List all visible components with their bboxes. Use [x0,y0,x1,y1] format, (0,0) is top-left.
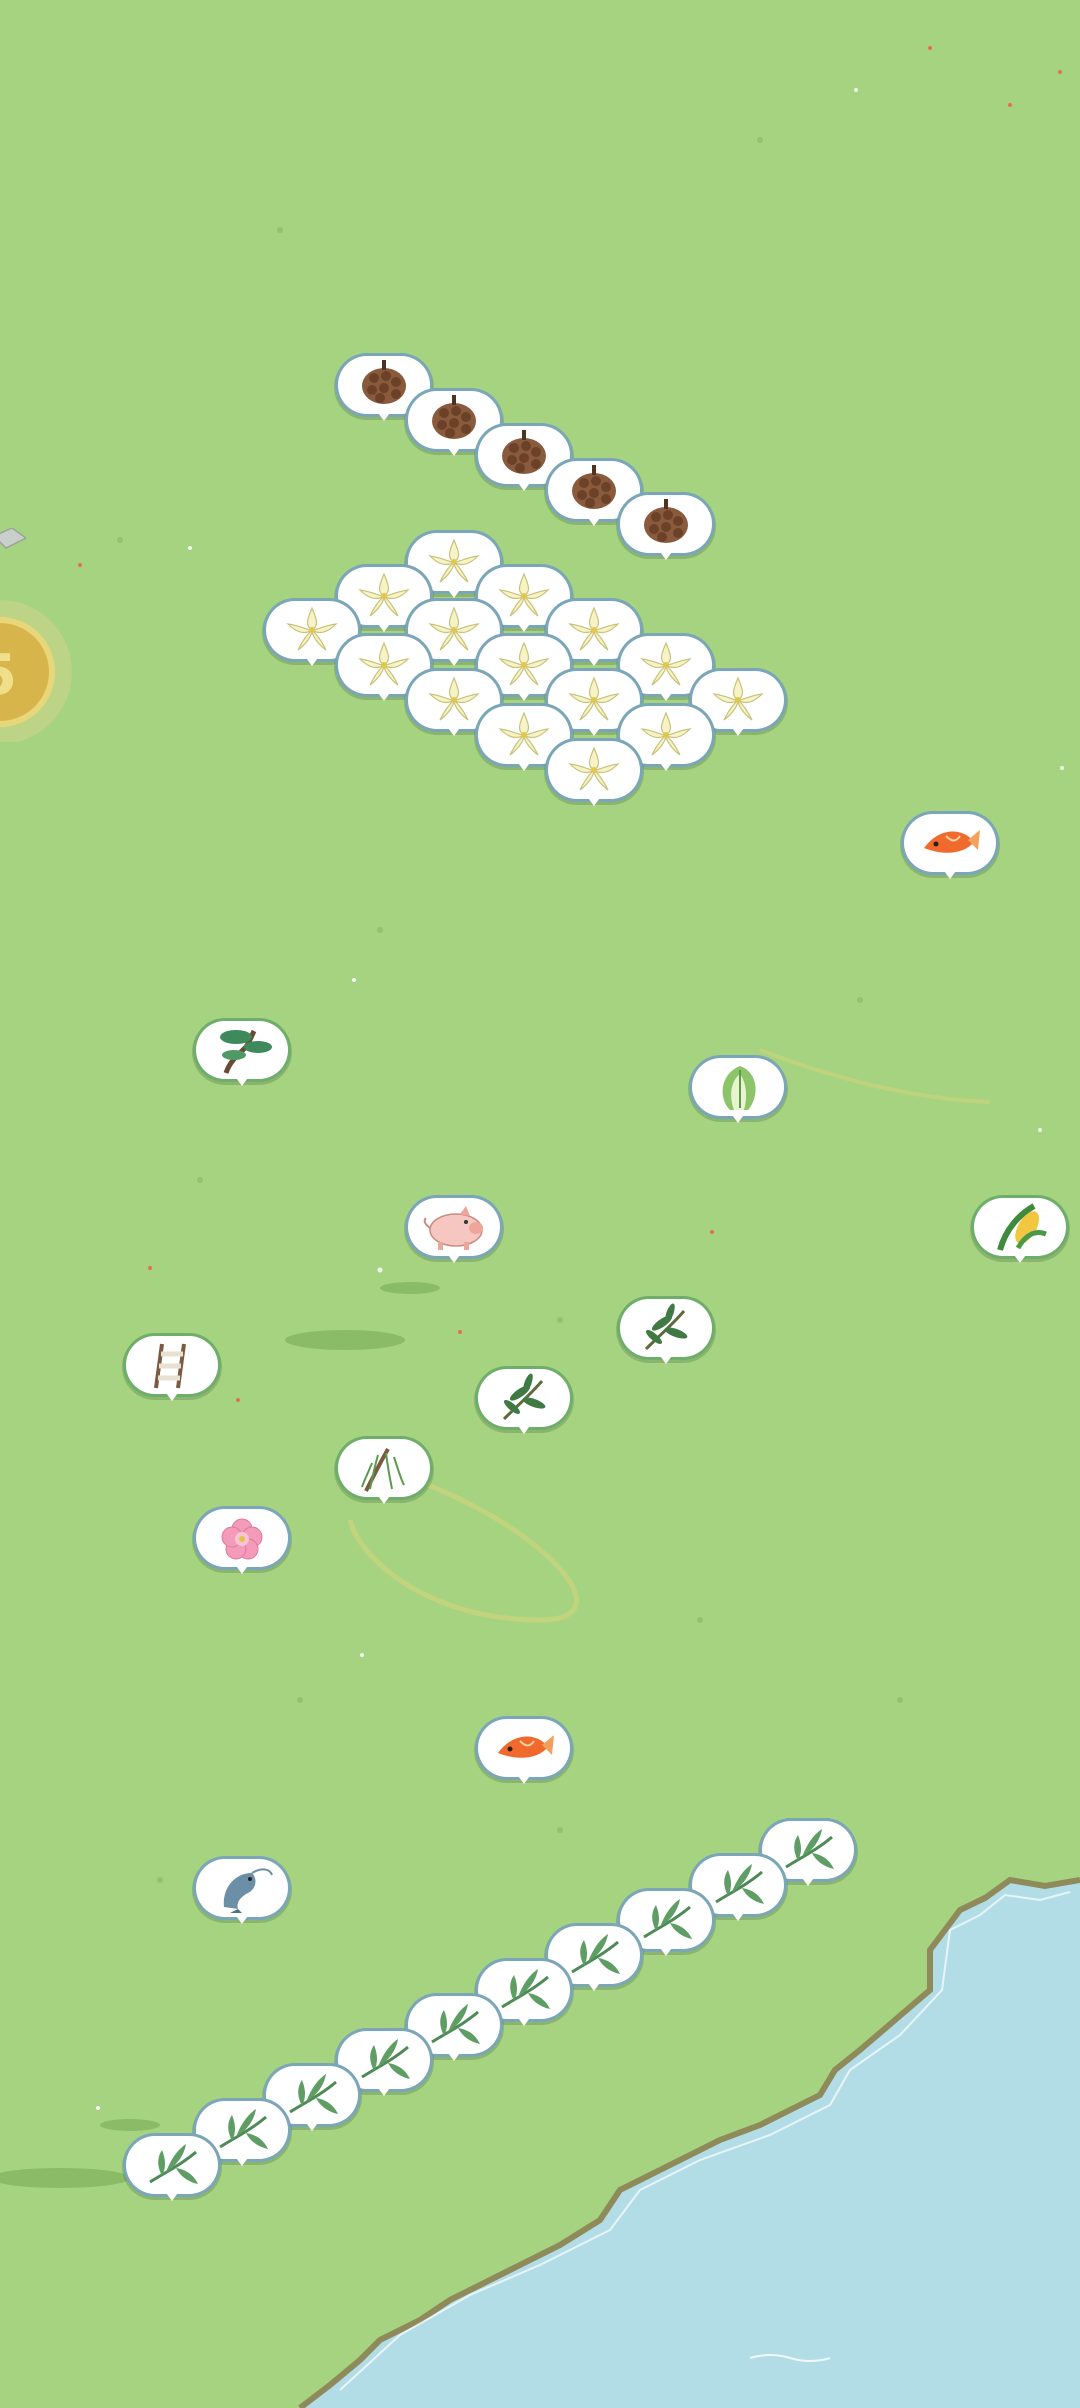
willow-resource-bubble[interactable] [338,1439,430,1507]
koi-resource-bubble[interactable] [478,1719,570,1787]
koi-fish-icon [904,814,996,872]
white-lily-icon [548,741,640,799]
pig-resource-bubble[interactable] [408,1198,500,1266]
koi-resource-bubble[interactable] [904,814,996,882]
corn-resource-bubble[interactable] [974,1198,1066,1266]
corn-icon [974,1198,1066,1256]
paved-tile-icon [0,528,26,549]
shrimp-resource-bubble[interactable] [196,1859,288,1927]
pine-tree-resource-bubble[interactable] [196,1021,288,1089]
bamboo-resource-bubble[interactable] [620,1299,712,1367]
game-map[interactable]: 5 [0,0,1080,2408]
koi-fish-icon [478,1719,570,1777]
reed-leaf-icon [126,2136,218,2194]
lily-resource-bubble[interactable] [548,741,640,809]
gold-coin-icon[interactable]: 5 [0,598,74,742]
ladder-resource-bubble[interactable] [126,1336,218,1404]
reed-resource-bubble[interactable] [126,2136,218,2204]
pinecone-resource-bubble[interactable] [620,495,712,563]
pinecone-icon [620,495,712,553]
cabbage-icon [692,1058,784,1116]
ladder-icon [126,1336,218,1394]
pig-icon [408,1198,500,1256]
willow-tree-icon [338,1439,430,1497]
cabbage-resource-bubble[interactable] [692,1058,784,1126]
pine-tree-icon [196,1021,288,1079]
bamboo-resource-bubble[interactable] [478,1369,570,1437]
bamboo-branch-icon [620,1299,712,1357]
bamboo-branch-icon [478,1369,570,1427]
shrimp-icon [196,1859,288,1917]
terrain [0,46,1080,2408]
peony-resource-bubble[interactable] [196,1509,288,1577]
peony-flower-icon [196,1509,288,1567]
svg-text:5: 5 [0,643,17,708]
